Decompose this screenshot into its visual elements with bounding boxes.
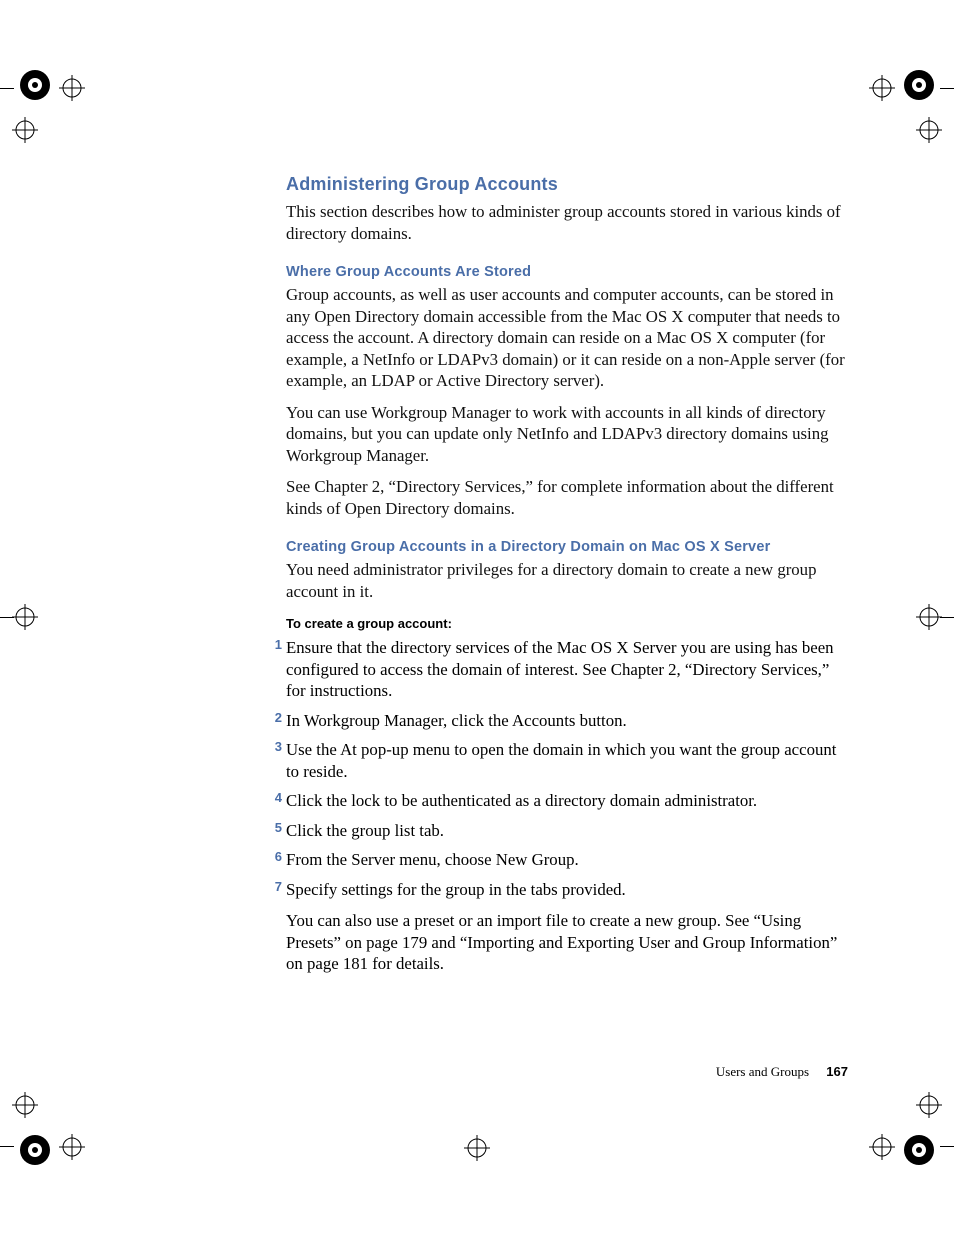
step-text: From the Server menu, choose New Group. [286,850,579,869]
subheading-creating-group: Creating Group Accounts in a Directory D… [286,539,850,555]
step-text: In Workgroup Manager, click the Accounts… [286,711,627,730]
registration-mark-icon [18,1133,52,1167]
step-text: Use the At pop-up menu to open the domai… [286,740,836,781]
section-heading: Administering Group Accounts [286,174,850,195]
procedure-step: 4Click the lock to be authenticated as a… [286,790,850,812]
subheading-where-stored: Where Group Accounts Are Stored [286,264,850,280]
page-number: 167 [826,1064,848,1079]
registration-mark-icon [18,68,52,102]
step-number: 5 [264,820,282,837]
body-paragraph: You need administrator privileges for a … [286,559,850,602]
crosshair-icon [464,1135,490,1161]
crosshair-icon [869,1134,895,1160]
crosshair-icon [59,75,85,101]
crop-mark-icon [0,1146,14,1147]
crosshair-icon [916,117,942,143]
step-number: 1 [264,637,282,654]
procedure-step: 1Ensure that the directory services of t… [286,637,850,702]
step-number: 2 [264,710,282,727]
registration-mark-icon [902,1133,936,1167]
step-number: 7 [264,879,282,896]
page-content: Administering Group Accounts This sectio… [286,174,850,983]
body-paragraph: You can use Workgroup Manager to work wi… [286,402,850,467]
page: Administering Group Accounts This sectio… [0,0,954,1235]
procedure-step: 7Specify settings for the group in the t… [286,879,850,975]
crosshair-icon [916,604,942,630]
body-paragraph: See Chapter 2, “Directory Services,” for… [286,476,850,519]
page-footer: Users and Groups 167 [716,1064,848,1080]
registration-mark-icon [902,68,936,102]
step-text: Click the group list tab. [286,821,444,840]
step-followup: You can also use a preset or an import f… [286,910,850,975]
crosshair-icon [12,117,38,143]
procedure-step: 6From the Server menu, choose New Group. [286,849,850,871]
crosshair-icon [916,1092,942,1118]
body-paragraph: Group accounts, as well as user accounts… [286,284,850,392]
procedure-step: 3Use the At pop-up menu to open the doma… [286,739,850,782]
step-text: Ensure that the directory services of th… [286,638,834,700]
step-number: 3 [264,739,282,756]
crop-mark-icon [0,617,14,618]
step-number: 6 [264,849,282,866]
step-text: Click the lock to be authenticated as a … [286,791,757,810]
crosshair-icon [59,1134,85,1160]
procedure-step: 5Click the group list tab. [286,820,850,842]
crop-mark-icon [940,1146,954,1147]
procedure-steps: 1Ensure that the directory services of t… [286,637,850,975]
crop-mark-icon [0,88,14,89]
procedure-step: 2In Workgroup Manager, click the Account… [286,710,850,732]
crosshair-icon [12,1092,38,1118]
procedure-heading: To create a group account: [286,616,850,631]
step-text: Specify settings for the group in the ta… [286,880,626,899]
section-intro: This section describes how to administer… [286,201,850,244]
footer-chapter: Users and Groups [716,1064,809,1079]
crop-mark-icon [940,88,954,89]
step-number: 4 [264,790,282,807]
crosshair-icon [12,604,38,630]
crop-mark-icon [940,617,954,618]
crosshair-icon [869,75,895,101]
